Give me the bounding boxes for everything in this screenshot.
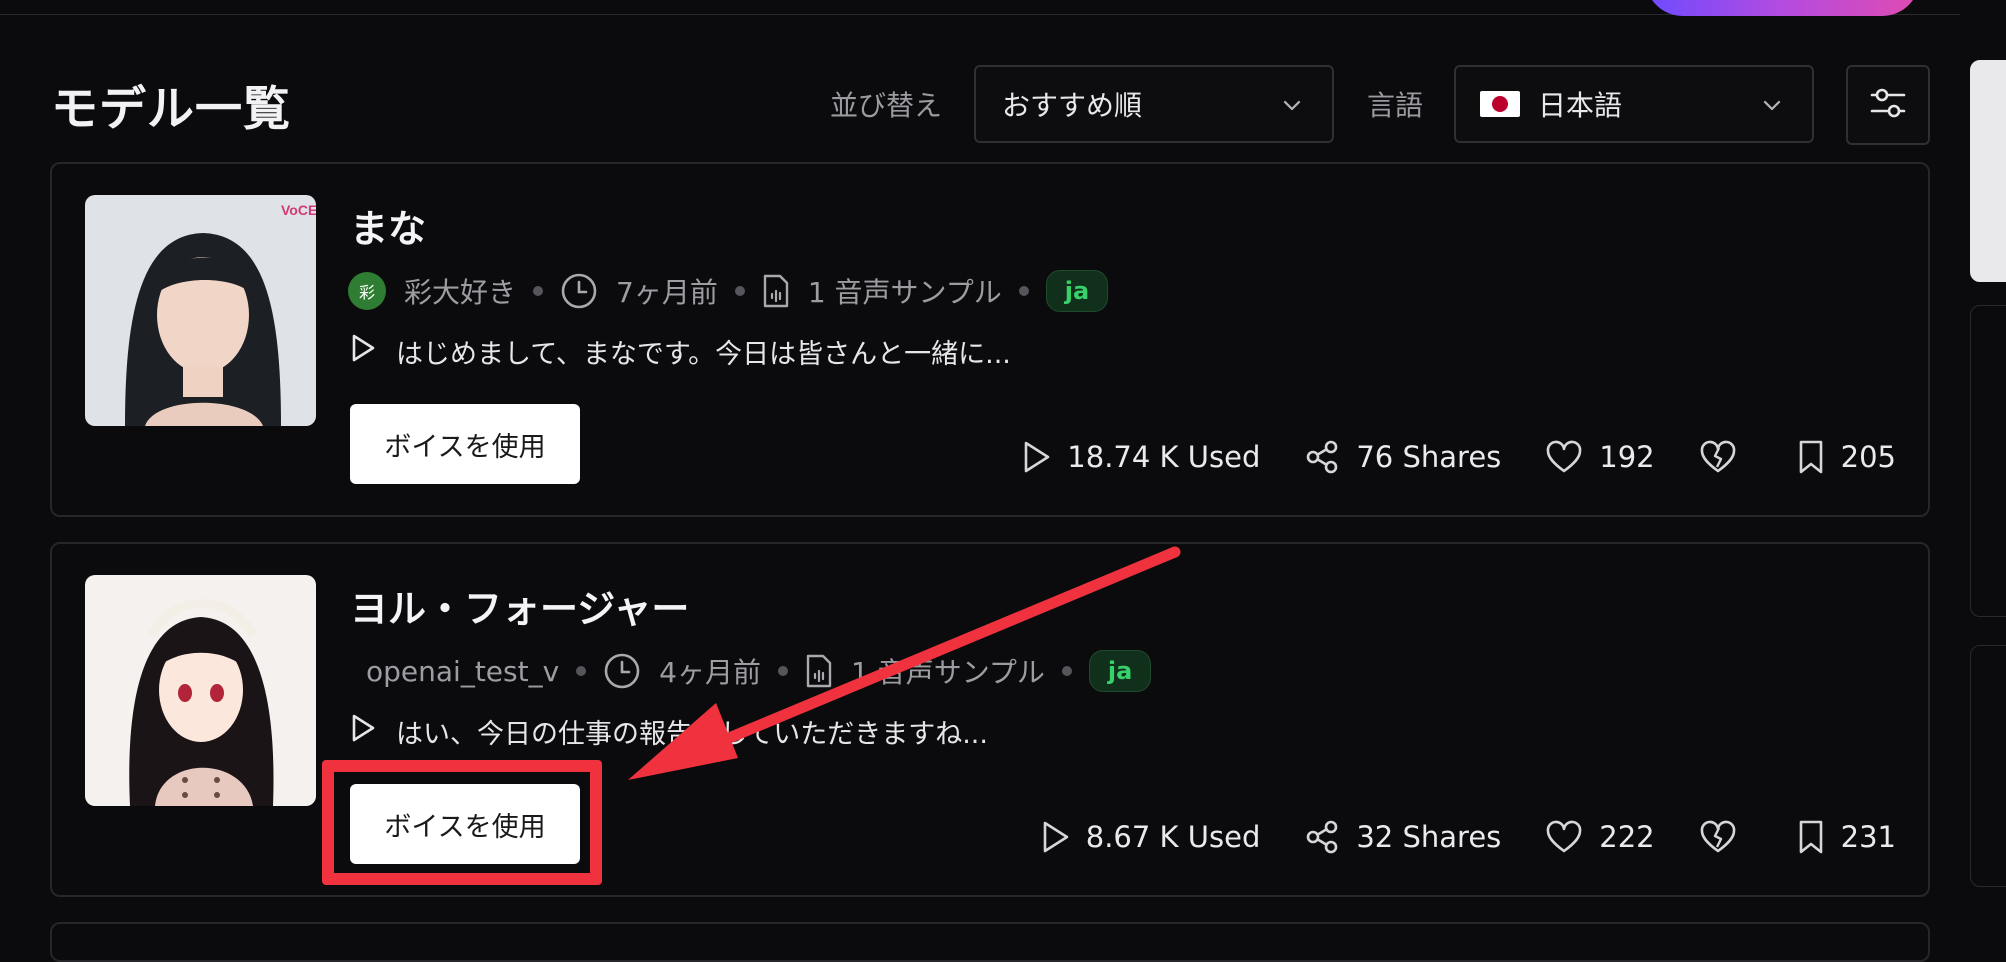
annotation-arrow xyxy=(628,546,1181,780)
